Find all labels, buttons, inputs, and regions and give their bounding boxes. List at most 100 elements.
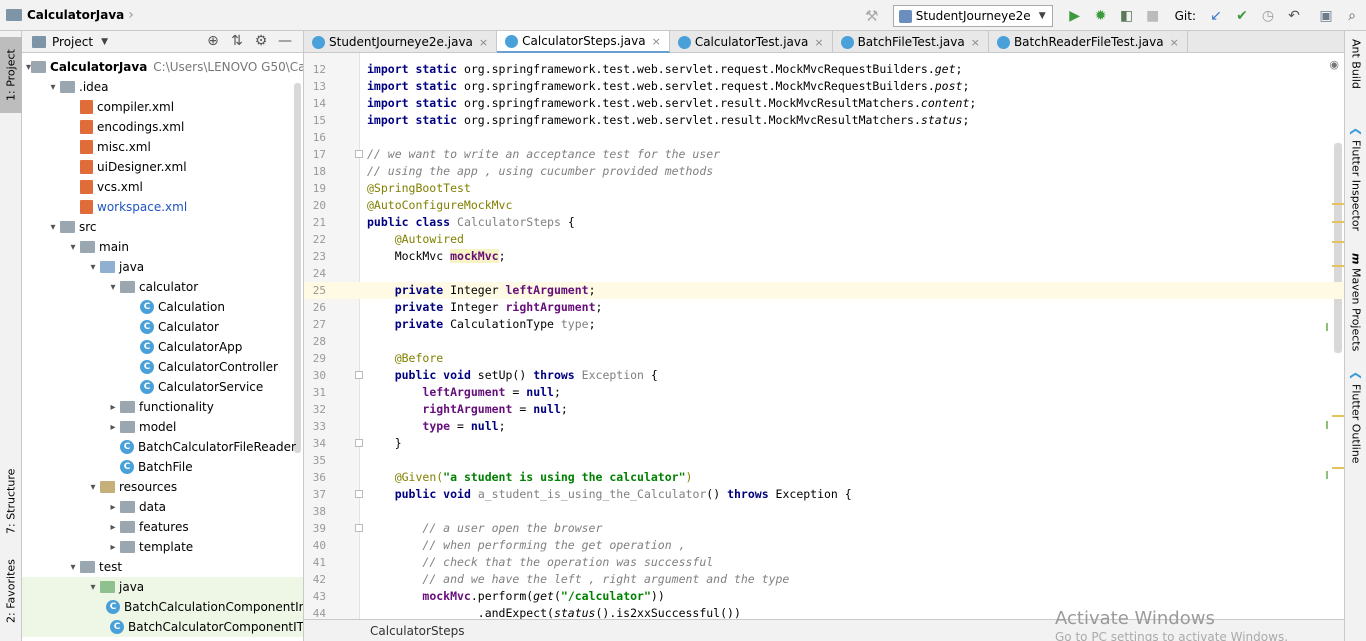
- stop-icon[interactable]: ■: [1141, 5, 1165, 27]
- fold-marker-icon[interactable]: [355, 490, 363, 498]
- tree-item[interactable]: ▸ features: [22, 517, 303, 537]
- code-line[interactable]: 23 MockMvc mockMvc;: [304, 248, 1344, 265]
- code-text[interactable]: // using the app , using cucumber provid…: [367, 164, 713, 178]
- code-text[interactable]: // when performing the get operation ,: [367, 538, 685, 552]
- locate-icon[interactable]: ⊕: [201, 33, 225, 49]
- tree-item[interactable]: ▸ model: [22, 417, 303, 437]
- search-everywhere-icon[interactable]: ⌕: [1340, 5, 1364, 27]
- tree-item[interactable]: C BatchFile: [22, 457, 303, 477]
- code-text[interactable]: // a user open the browser: [367, 521, 602, 535]
- code-line[interactable]: 17 // we want to write an acceptance test…: [304, 146, 1344, 163]
- code-text[interactable]: .andExpect(status().is2xxSuccessful()): [367, 606, 741, 619]
- tool-tab-project[interactable]: 1: Project: [0, 37, 22, 113]
- code-line[interactable]: 16: [304, 129, 1344, 146]
- chevron-right-icon[interactable]: ▸: [106, 422, 120, 433]
- project-panel-title[interactable]: Project: [52, 35, 93, 49]
- code-text[interactable]: mockMvc.perform(get("/calculator")): [367, 589, 664, 603]
- tree-item[interactable]: workspace.xml: [22, 197, 303, 217]
- chevron-down-icon[interactable]: ▾: [106, 282, 120, 293]
- close-icon[interactable]: ×: [814, 36, 823, 49]
- code-line[interactable]: 25 private Integer leftArgument;: [304, 282, 1344, 299]
- fold-marker-icon[interactable]: [355, 150, 363, 158]
- editor-tab[interactable]: CalculatorSteps.java ×: [497, 31, 670, 53]
- tree-item[interactable]: ▸ template: [22, 537, 303, 557]
- code-text[interactable]: // we want to write an acceptance test f…: [367, 147, 720, 161]
- editor-tab[interactable]: BatchFileTest.java ×: [833, 31, 989, 53]
- code-text[interactable]: import static org.springframework.test.w…: [367, 62, 962, 76]
- code-text[interactable]: private Integer leftArgument;: [367, 283, 596, 297]
- tree-item[interactable]: compiler.xml: [22, 97, 303, 117]
- git-history-icon[interactable]: ◷: [1256, 5, 1280, 27]
- code-line[interactable]: 35: [304, 452, 1344, 469]
- tree-item[interactable]: C Calculator: [22, 317, 303, 337]
- code-line[interactable]: 20 @AutoConfigureMockMvc: [304, 197, 1344, 214]
- code-text[interactable]: @Autowired: [367, 232, 464, 246]
- code-line[interactable]: 28: [304, 333, 1344, 350]
- chevron-down-icon[interactable]: ▾: [66, 562, 80, 573]
- code-line[interactable]: 21 public class CalculatorSteps {: [304, 214, 1344, 231]
- code-line[interactable]: 19 @SpringBootTest: [304, 180, 1344, 197]
- code-text[interactable]: @AutoConfigureMockMvc: [367, 198, 512, 212]
- tree-item[interactable]: ▾ resources: [22, 477, 303, 497]
- code-text[interactable]: MockMvc mockMvc;: [367, 249, 506, 263]
- tree-item[interactable]: misc.xml: [22, 137, 303, 157]
- tree-item[interactable]: ▸ functionality: [22, 397, 303, 417]
- close-icon[interactable]: ×: [479, 36, 488, 49]
- build-hammer-icon[interactable]: ⚒: [863, 7, 881, 25]
- tree-item[interactable]: C Calculation: [22, 297, 303, 317]
- code-line[interactable]: 14 import static org.springframework.test…: [304, 95, 1344, 112]
- code-text[interactable]: import static org.springframework.test.w…: [367, 79, 969, 93]
- close-icon[interactable]: ×: [652, 35, 661, 48]
- tree-item[interactable]: C BatchCalculatorFileReader: [22, 437, 303, 457]
- chevron-down-icon[interactable]: ▾: [66, 242, 80, 253]
- code-line[interactable]: 38: [304, 503, 1344, 520]
- code-text[interactable]: // and we have the left , right argument…: [367, 572, 789, 586]
- code-text[interactable]: public void setUp() throws Exception {: [367, 368, 658, 382]
- code-line[interactable]: 42 // and we have the left , right argum…: [304, 571, 1344, 588]
- code-text[interactable]: rightArgument = null;: [367, 402, 567, 416]
- tool-tab-structure[interactable]: 7: Structure: [0, 451, 22, 551]
- code-line[interactable]: 36 @Given("a student is using the calcul…: [304, 469, 1344, 486]
- code-line[interactable]: 15 import static org.springframework.test…: [304, 112, 1344, 129]
- chevron-down-icon[interactable]: ▾: [86, 262, 100, 273]
- code-line[interactable]: 22 @Autowired: [304, 231, 1344, 248]
- run-icon[interactable]: ▶: [1063, 5, 1087, 27]
- code-line[interactable]: 24: [304, 265, 1344, 282]
- tool-tab-flutter-outline[interactable]: ❮ Flutter Outline: [1345, 371, 1366, 481]
- code-text[interactable]: private Integer rightArgument;: [367, 300, 603, 314]
- git-update-icon[interactable]: ↙: [1204, 5, 1228, 27]
- tree-item[interactable]: ▾ main: [22, 237, 303, 257]
- tree-item[interactable]: ▾ java: [22, 257, 303, 277]
- tree-item[interactable]: ▸ data: [22, 497, 303, 517]
- tree-item[interactable]: ▾ test: [22, 557, 303, 577]
- code-text[interactable]: type = null;: [367, 419, 505, 433]
- chevron-right-icon[interactable]: ▸: [106, 502, 120, 513]
- hide-icon[interactable]: —: [273, 33, 297, 49]
- code-text[interactable]: import static org.springframework.test.w…: [367, 113, 969, 127]
- tree-item[interactable]: ▾ src: [22, 217, 303, 237]
- code-line[interactable]: 43 mockMvc.perform(get("/calculator")): [304, 588, 1344, 605]
- chevron-down-icon[interactable]: ▾: [46, 82, 60, 93]
- code-text[interactable]: // check that the operation was successf…: [367, 555, 713, 569]
- code-line[interactable]: 32 rightArgument = null;: [304, 401, 1344, 418]
- close-icon[interactable]: ×: [1170, 36, 1179, 49]
- fold-marker-icon[interactable]: [355, 524, 363, 532]
- chevron-down-icon[interactable]: ▾: [86, 482, 100, 493]
- breadcrumb[interactable]: CalculatorJava ›: [6, 7, 134, 23]
- code-line[interactable]: 29 @Before: [304, 350, 1344, 367]
- chevron-right-icon[interactable]: ▸: [106, 522, 120, 533]
- code-line[interactable]: 41 // check that the operation was succe…: [304, 554, 1344, 571]
- tree-item[interactable]: C BatchCalculationComponentIn: [22, 597, 303, 617]
- tree-item[interactable]: C BatchCalculatorComponentIT: [22, 617, 303, 637]
- chevron-down-icon[interactable]: ▾: [46, 222, 60, 233]
- editor-breadcrumb[interactable]: CalculatorSteps: [370, 624, 465, 638]
- chevron-down-icon[interactable]: ▾: [86, 582, 100, 593]
- coverage-icon[interactable]: ◧: [1115, 5, 1139, 27]
- tool-tab-maven-projects[interactable]: m Maven Projects: [1345, 253, 1366, 353]
- tree-item[interactable]: ▾CalculatorJavaC:\Users\LENOVO G50\Calcu…: [22, 57, 303, 77]
- code-text[interactable]: @Given("a student is using the calculato…: [367, 470, 693, 484]
- code-line[interactable]: 40 // when performing the get operation …: [304, 537, 1344, 554]
- code-text[interactable]: import static org.springframework.test.w…: [367, 96, 976, 110]
- tree-item[interactable]: vcs.xml: [22, 177, 303, 197]
- tool-tab-favorites[interactable]: 2: Favorites: [0, 551, 22, 631]
